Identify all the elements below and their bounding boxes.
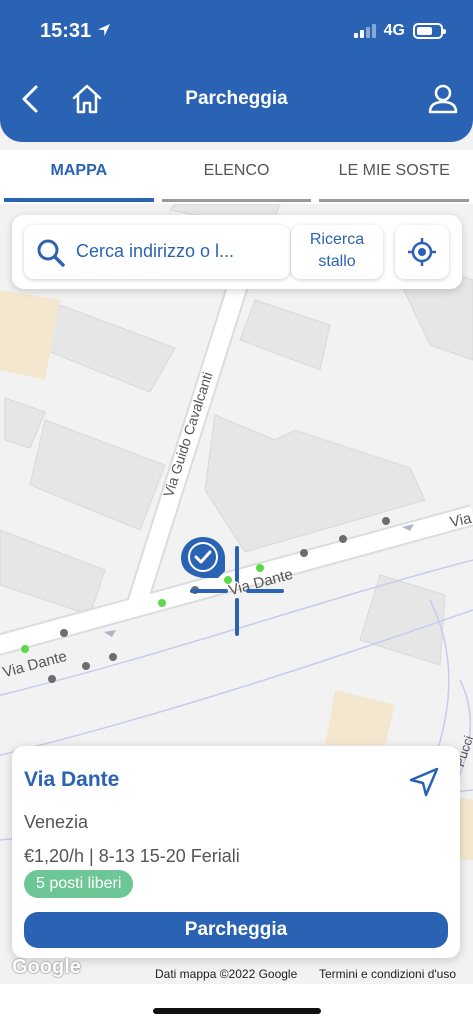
parking-info-card: Via Dante Venezia €1,20/h | 8-13 15-20 F… [12,746,460,958]
park-button[interactable]: Parcheggia [24,912,448,948]
user-profile-icon[interactable] [426,82,460,116]
street-name: Via Dante [24,768,120,791]
status-indicators: 4G [353,22,446,40]
free-spots-badge: 5 posti liberi [24,870,134,898]
home-indicator [153,1008,321,1014]
stall-button-line2: stallo [318,253,356,270]
battery-icon [413,23,446,39]
tab-elenco[interactable]: ELENCO [158,150,316,204]
search-panel: Cerca indirizzo o l... Ricerca stallo [12,215,462,289]
terms-link[interactable]: Termini e condizioni d'uso [319,967,456,981]
location-arrow-icon [98,24,110,36]
tab-le-mie-soste[interactable]: LE MIE SOSTE [315,150,473,204]
status-time: 15:31 [40,20,92,42]
map-credit: Dati mappa ©2022 Google [155,967,298,981]
navigate-icon[interactable] [408,766,440,798]
network-type: 4G [383,22,405,39]
rate-and-hours: €1,20/h | 8-13 15-20 Feriali [24,846,240,866]
my-location-button[interactable] [395,225,449,279]
locate-me-icon [408,238,436,266]
search-placeholder: Cerca indirizzo o l... [76,241,235,261]
search-input[interactable]: Cerca indirizzo o l... [24,225,290,279]
tab-bar: MAPPA ELENCO LE MIE SOSTE [0,150,473,204]
search-stall-button[interactable]: Ricerca stallo [291,225,383,279]
bottom-safe-area [0,984,473,1024]
page-title: Parcheggia [185,88,288,109]
signal-icon [353,24,376,38]
search-icon [37,239,65,267]
city-name: Venezia [24,812,89,832]
stall-button-line1: Ricerca [309,231,365,248]
tab-mappa[interactable]: MAPPA [0,150,158,204]
google-logo: Google [12,956,81,978]
app-header: 15:31 4G Parcheggia [0,0,473,142]
